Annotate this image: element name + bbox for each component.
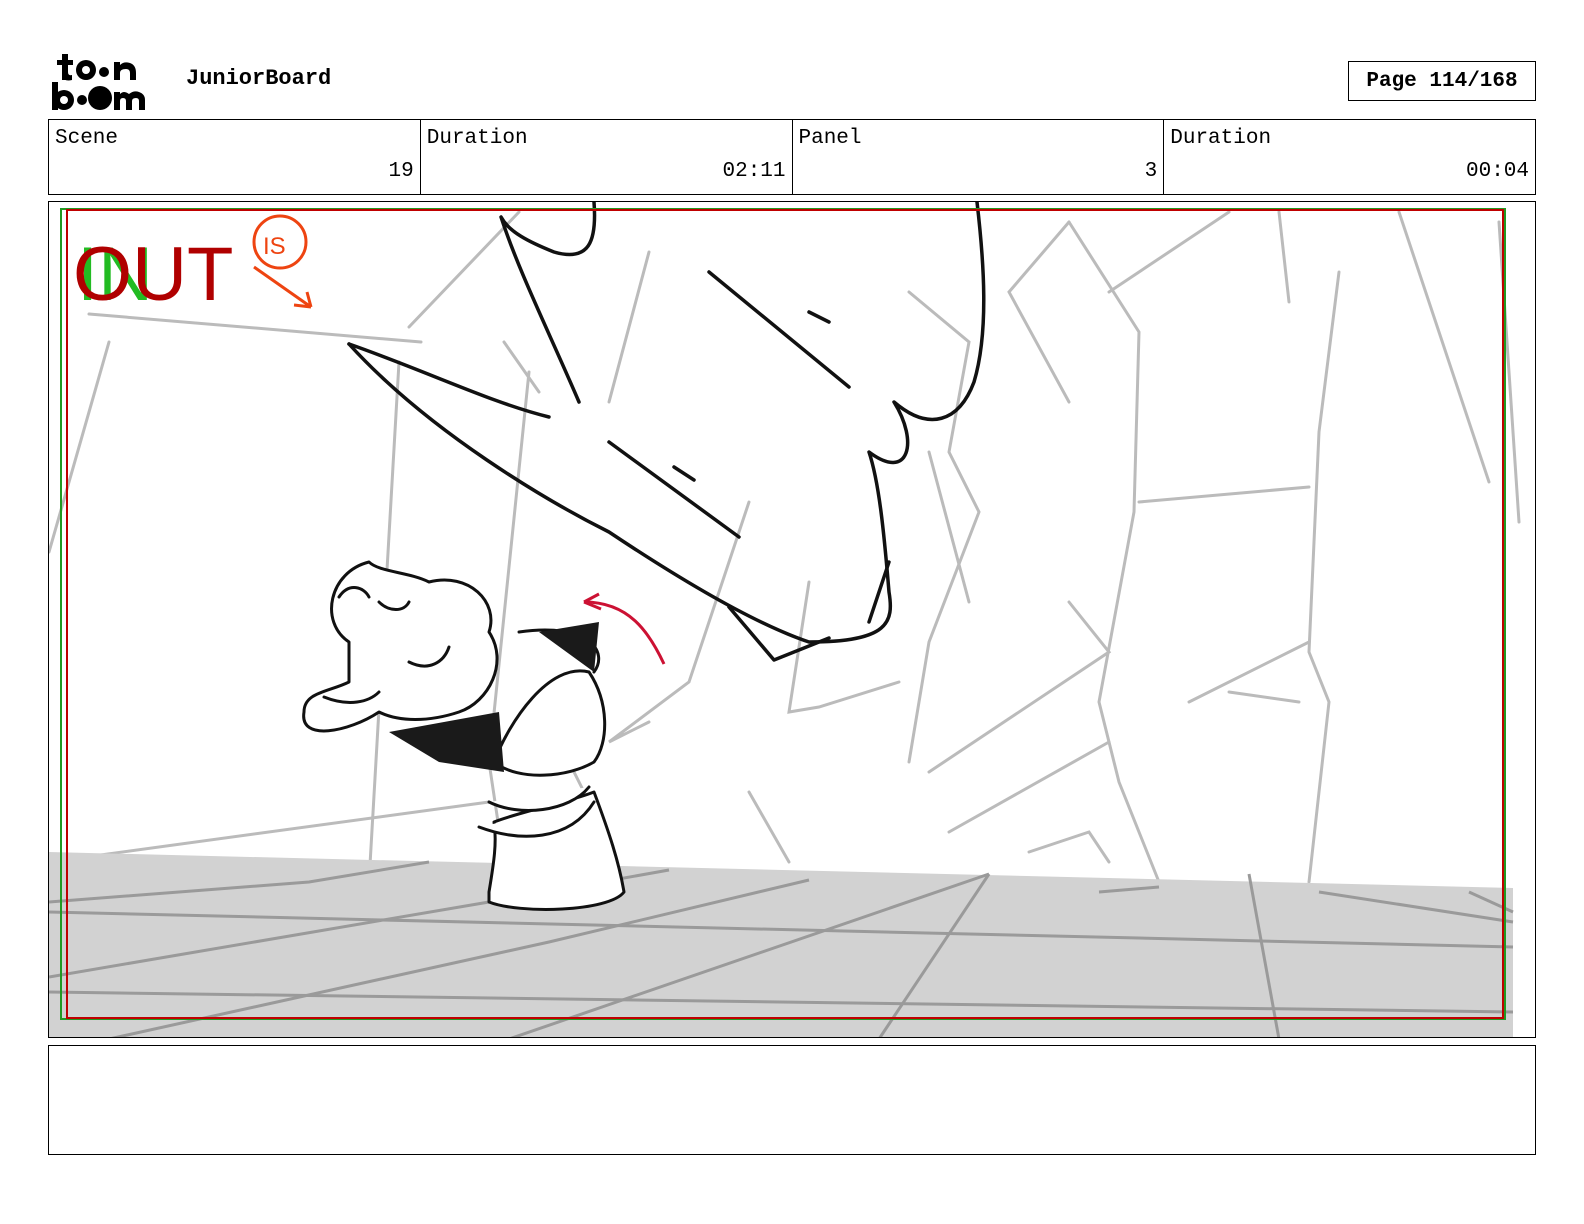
scene-duration-value: 02:11	[722, 160, 786, 183]
panel-cell: Panel 3	[793, 120, 1165, 194]
panel-duration-label: Duration	[1170, 127, 1272, 150]
panel-label: Panel	[798, 127, 862, 150]
out-label: OUT	[73, 232, 233, 317]
toon-boom-logo	[52, 52, 164, 112]
character-collar	[389, 712, 504, 772]
page-indicator: Page 114/168	[1348, 61, 1536, 101]
panel-value: 3	[1144, 160, 1158, 183]
panel-notes-area[interactable]	[48, 1045, 1536, 1155]
background-sketch	[49, 210, 1521, 914]
storyboard-panel-image: IN OUT IS	[48, 201, 1536, 1038]
scene-value: 19	[388, 160, 414, 183]
scene-label: Scene	[55, 127, 119, 150]
panel-duration-cell: Duration 00:04	[1164, 120, 1535, 194]
panel-duration-value: 00:04	[1465, 160, 1529, 183]
annotation-arrow	[253, 265, 313, 309]
panel-info-table: Scene 19 Duration 02:11 Panel 3 Duration…	[48, 119, 1536, 195]
scene-cell: Scene 19	[49, 120, 421, 194]
annotation-text: IS	[263, 233, 286, 260]
scene-duration-cell: Duration 02:11	[421, 120, 793, 194]
scene-duration-label: Duration	[426, 127, 528, 150]
app-name: JuniorBoard	[186, 66, 332, 91]
